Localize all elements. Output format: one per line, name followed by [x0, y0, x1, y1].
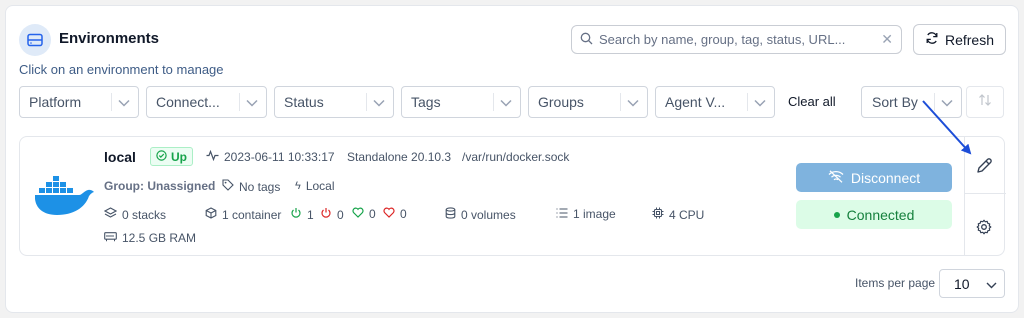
- heartbeat-timestamp: 2023-06-11 10:33:17: [206, 149, 335, 164]
- filter-label: Status: [284, 94, 324, 110]
- filter-label: Agent V...: [665, 94, 726, 110]
- docker-logo-icon: [33, 172, 95, 221]
- filter-groups[interactable]: Groups: [528, 86, 648, 118]
- filter-label: Groups: [538, 94, 584, 110]
- chevron-down-icon: [373, 94, 385, 110]
- status-label: Up: [171, 149, 187, 164]
- power-red-icon: [320, 207, 332, 222]
- tags-info: No tags: [222, 179, 280, 194]
- group-label: Group: Unassigned: [104, 179, 216, 193]
- heart-red-icon: [383, 207, 395, 221]
- refresh-label: Refresh: [944, 31, 995, 48]
- filter-label: Tags: [411, 94, 441, 110]
- chevron-down-icon: [986, 276, 997, 292]
- volumes-count: 0 volumes: [445, 207, 516, 222]
- environment-settings-button[interactable]: [976, 219, 992, 240]
- running-count: 1: [290, 207, 314, 222]
- chevron-down-icon: [246, 94, 258, 110]
- items-per-page-label: Items per page: [855, 276, 936, 290]
- items-per-page-select[interactable]: 10: [939, 269, 1005, 298]
- chevron-down-icon: [941, 94, 953, 110]
- sort-by-label: Sort By: [872, 94, 918, 110]
- filter-label: Connect...: [156, 94, 220, 110]
- cpu-icon: [652, 207, 664, 222]
- disconnect-button[interactable]: Disconnect: [796, 163, 952, 192]
- environment-url: /var/run/docker.sock: [462, 150, 570, 164]
- bolt-icon: ϟ: [295, 180, 301, 192]
- tag-icon: [222, 179, 234, 194]
- unhealthy-count: 0: [383, 207, 407, 221]
- filter-label: Platform: [29, 94, 82, 110]
- location-info: ϟ Local: [295, 179, 335, 193]
- environment-type: Standalone 20.10.3: [347, 150, 452, 164]
- heart-green-icon: [352, 207, 364, 221]
- ram-amount: 12.5 GB RAM: [104, 231, 196, 245]
- box-icon: [205, 207, 217, 222]
- filter-platform[interactable]: Platform: [19, 86, 139, 118]
- check-circle-icon: [156, 149, 167, 164]
- filter-agent-version[interactable]: Agent V...: [655, 86, 775, 118]
- connected-status: Connected: [796, 200, 952, 229]
- healthy-count: 0: [352, 207, 376, 221]
- page-title: Environments: [59, 30, 160, 47]
- power-green-icon: [290, 207, 302, 222]
- cpu-count: 4 CPU: [652, 207, 704, 222]
- chevron-down-icon: [627, 94, 639, 110]
- stopped-count: 0: [320, 207, 344, 222]
- sort-order-button[interactable]: [966, 86, 1004, 118]
- chevron-down-icon: [118, 94, 130, 110]
- activity-icon: [206, 149, 219, 164]
- search-input[interactable]: Search by name, group, tag, status, URL.…: [571, 25, 902, 54]
- status-badge: Up: [150, 147, 193, 166]
- sort-arrows-icon: [978, 93, 992, 112]
- filter-status[interactable]: Status: [274, 86, 394, 118]
- pencil-icon: [975, 158, 993, 179]
- chevron-down-icon: [500, 94, 512, 110]
- images-count: 1 image: [556, 207, 616, 221]
- list-icon: [556, 207, 568, 221]
- gear-icon: [976, 219, 992, 239]
- clear-search-icon[interactable]: ✕: [881, 31, 893, 48]
- chevron-down-icon: [754, 94, 766, 110]
- containers-count: 1 container: [205, 207, 281, 222]
- wifi-off-icon: [828, 169, 844, 186]
- database-icon: [445, 207, 456, 222]
- filter-tags[interactable]: Tags: [401, 86, 521, 118]
- refresh-icon: [925, 31, 939, 48]
- memory-icon: [104, 231, 117, 245]
- refresh-button[interactable]: Refresh: [913, 24, 1006, 55]
- environment-name[interactable]: local: [104, 149, 136, 165]
- layers-icon: [103, 207, 118, 222]
- stacks-count: 0 stacks: [103, 207, 166, 222]
- connected-dot-icon: [833, 211, 840, 218]
- environments-icon: [19, 24, 51, 56]
- clear-all-button[interactable]: Clear all: [788, 94, 836, 109]
- sort-by-select[interactable]: Sort By: [861, 86, 962, 118]
- edit-environment-button[interactable]: [975, 157, 993, 180]
- search-icon: [580, 32, 593, 48]
- page-subtitle: Click on an environment to manage: [19, 62, 224, 77]
- filter-connection[interactable]: Connect...: [146, 86, 267, 118]
- search-placeholder: Search by name, group, tag, status, URL.…: [599, 32, 846, 47]
